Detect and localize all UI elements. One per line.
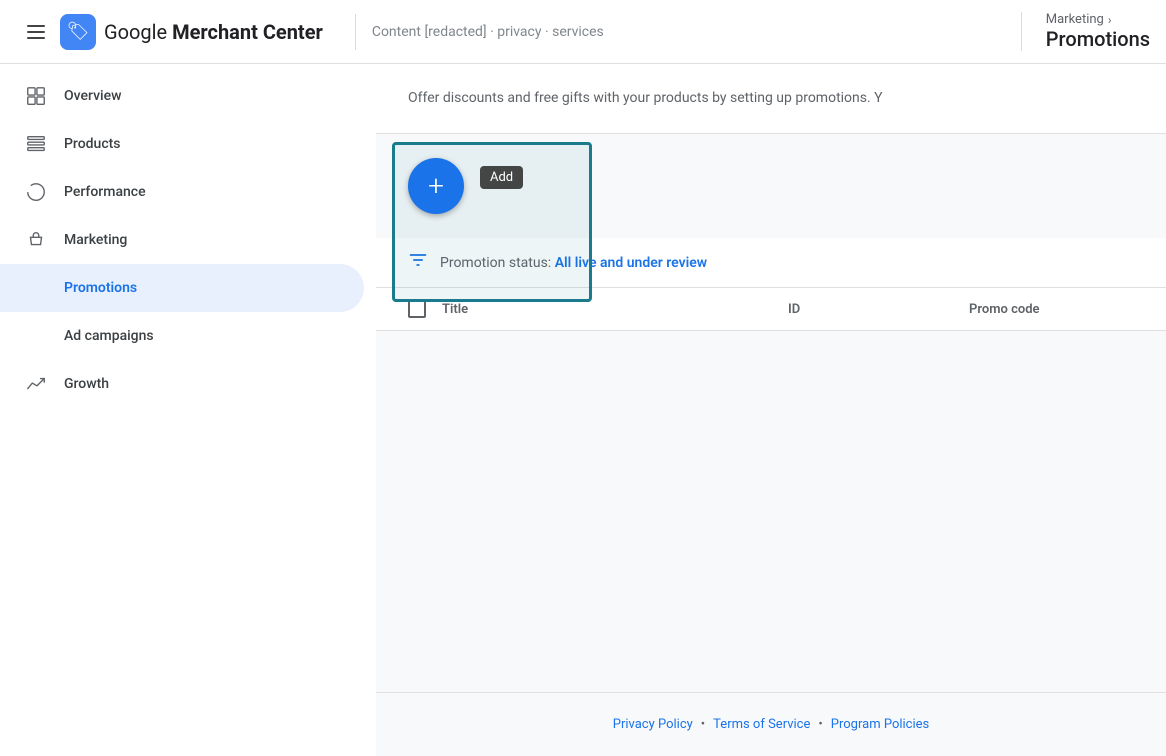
products-icon <box>24 132 48 156</box>
footer: Privacy Policy • Terms of Service • Prog… <box>376 692 1166 756</box>
account-info: Content [redacted] · privacy · services <box>372 24 1005 40</box>
app-header: Google Merchant Center Content [redacted… <box>0 0 1166 64</box>
sidebar-item-marketing[interactable]: Marketing <box>0 216 364 264</box>
app-logo: Google Merchant Center <box>60 14 323 50</box>
menu-button[interactable] <box>16 12 56 52</box>
add-tooltip: Add <box>480 166 523 189</box>
marketing-label: Marketing <box>64 232 127 248</box>
sidebar-item-promotions[interactable]: Promotions <box>0 264 364 312</box>
col-title-header: Title <box>442 302 772 317</box>
ad-campaigns-label: Ad campaigns <box>64 328 154 344</box>
select-all-checkbox[interactable] <box>408 300 426 318</box>
sidebar-item-products[interactable]: Products <box>0 120 364 168</box>
separator-2: • <box>818 717 822 732</box>
performance-icon <box>24 180 48 204</box>
header-right: Marketing › Promotions <box>1021 12 1150 51</box>
promotions-label: Promotions <box>64 280 137 296</box>
plus-icon: + <box>428 172 444 200</box>
separator-1: • <box>701 717 705 732</box>
marketing-icon <box>24 228 48 252</box>
overview-icon <box>24 84 48 108</box>
sidebar-item-growth[interactable]: Growth <box>0 360 364 408</box>
program-policies-link[interactable]: Program Policies <box>831 717 929 732</box>
col-promo-header: Promo code <box>969 302 1134 317</box>
add-section: + Add <box>376 134 1166 238</box>
hamburger-icon <box>27 25 45 39</box>
privacy-policy-link[interactable]: Privacy Policy <box>613 717 693 732</box>
products-label: Products <box>64 136 121 152</box>
main-layout: Overview Products Performance <box>0 64 1166 756</box>
merchant-center-icon <box>60 14 96 50</box>
terms-of-service-link[interactable]: Terms of Service <box>713 717 810 732</box>
app-title: Google Merchant Center <box>104 20 323 44</box>
info-banner: Offer discounts and free gifts with your… <box>376 64 1166 134</box>
breadcrumb-current: Promotions <box>1046 27 1150 51</box>
sidebar-item-overview[interactable]: Overview <box>0 72 364 120</box>
sidebar-item-ad-campaigns[interactable]: Ad campaigns <box>0 312 364 360</box>
overview-label: Overview <box>64 88 121 104</box>
main-content: Offer discounts and free gifts with your… <box>376 64 1166 756</box>
header-divider <box>355 14 356 50</box>
growth-label: Growth <box>64 376 109 392</box>
chevron-right-icon: › <box>1108 13 1112 27</box>
empty-table-area <box>376 331 1166 692</box>
growth-icon <box>24 372 48 396</box>
sidebar-item-performance[interactable]: Performance <box>0 168 364 216</box>
add-promotion-button[interactable]: + <box>408 158 464 214</box>
breadcrumb: Marketing › Promotions <box>1046 12 1150 51</box>
col-id-header: ID <box>788 302 953 317</box>
breadcrumb-parent[interactable]: Marketing › <box>1046 12 1150 27</box>
sidebar: Overview Products Performance <box>0 64 376 756</box>
add-card-wrapper: + Add <box>408 158 464 214</box>
performance-label: Performance <box>64 184 146 200</box>
